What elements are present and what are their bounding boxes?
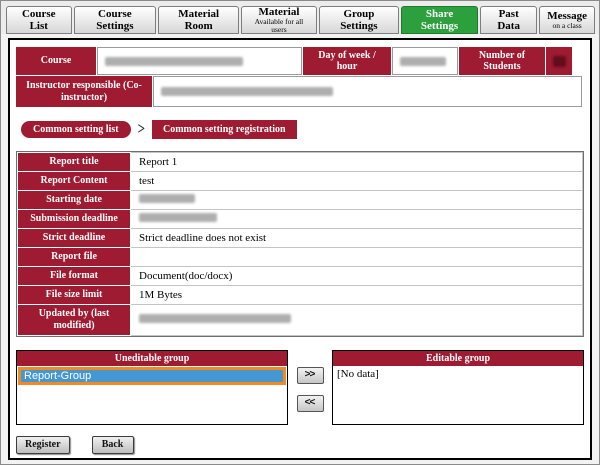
report-row-report-content: Report Contenttest <box>18 172 583 191</box>
report-row-label: Report Content <box>18 172 131 191</box>
tab-message[interactable]: Messageon a class <box>539 6 595 34</box>
back-button[interactable]: Back <box>92 436 134 454</box>
students-label: Number of Students <box>459 47 545 75</box>
report-row-label: Starting date <box>18 191 131 210</box>
report-row-value: Document(doc/docx) <box>131 267 583 286</box>
report-row-value <box>131 305 583 336</box>
course-value <box>97 47 302 75</box>
report-row-value <box>131 210 583 229</box>
editable-group-list[interactable]: [No data] <box>333 366 583 424</box>
redacted-instructor-name <box>161 87 333 96</box>
footer-actions: Register Back <box>16 436 584 454</box>
content-panel: Course Day of week / hour Number of Stud… <box>8 38 592 460</box>
report-row-updated-by-last-modified: Updated by (last modified) <box>18 305 583 336</box>
day-hour-label: Day of week / hour <box>303 47 391 75</box>
editable-group-header: Editable group <box>333 351 583 366</box>
tab-material-room[interactable]: Material Room <box>158 6 239 34</box>
tab-label: Material <box>259 6 300 18</box>
redacted-day-hour <box>400 57 446 66</box>
tab-group-settings[interactable]: Group Settings <box>319 6 399 34</box>
report-row-file-size-limit: File size limit1M Bytes <box>18 286 583 305</box>
move-right-button[interactable]: >> <box>297 367 324 384</box>
breadcrumb: Common setting list > Common setting reg… <box>21 119 584 139</box>
report-row-report-file: Report file <box>18 248 583 267</box>
group-item-report-group[interactable]: Report-Group <box>18 367 286 385</box>
tab-bar: Course List Course Settings Material Room M… <box>1 1 599 34</box>
day-hour-value <box>392 47 458 75</box>
tab-label: Material Room <box>166 8 231 32</box>
report-row-value: 1M Bytes <box>131 286 583 305</box>
course-info-table: Course Day of week / hour Number of Stud… <box>16 47 584 107</box>
report-row-file-format: File formatDocument(doc/docx) <box>18 267 583 286</box>
report-row-report-title: Report titleReport 1 <box>18 153 583 172</box>
tab-material[interactable]: MaterialAvailable for all users <box>241 6 317 34</box>
tab-label: Share Settings <box>409 8 470 32</box>
tab-label: Past Data <box>488 8 529 32</box>
students-value <box>546 47 572 75</box>
course-info-row-1: Course Day of week / hour Number of Stud… <box>16 47 584 75</box>
report-row-label: File format <box>18 267 131 286</box>
report-row-label: Strict deadline <box>18 229 131 248</box>
group-move-buttons: >> << <box>297 367 324 412</box>
course-label: Course <box>16 47 96 75</box>
report-table-body: Report titleReport 1Report ContenttestSt… <box>18 153 583 336</box>
common-setting-registration-label: Common setting registration <box>152 120 297 139</box>
report-row-submission-deadline: Submission deadline <box>18 210 583 229</box>
report-table: Report titleReport 1Report ContenttestSt… <box>17 152 583 336</box>
move-left-button[interactable]: << <box>297 395 324 412</box>
redacted-course-name <box>105 57 243 66</box>
report-row-value <box>131 191 583 210</box>
report-row-label: Report file <box>18 248 131 267</box>
uneditable-group-list[interactable]: Report-Group <box>17 366 287 424</box>
report-row-label: Updated by (last modified) <box>18 305 131 336</box>
report-row-strict-deadline: Strict deadlineStrict deadline does not … <box>18 229 583 248</box>
report-table-wrap: Report titleReport 1Report ContenttestSt… <box>16 151 584 337</box>
tab-sublabel: on a class <box>553 22 582 30</box>
register-button[interactable]: Register <box>16 436 70 454</box>
tab-past-data[interactable]: Past Data <box>480 6 537 34</box>
report-row-value: test <box>131 172 583 191</box>
instructor-label: Instructor responsible (Co-instructor) <box>16 76 152 107</box>
breadcrumb-separator-icon: > <box>138 119 145 140</box>
group-assignment-section: Uneditable group Report-Group >> << Edit… <box>16 350 584 425</box>
report-row-value <box>131 248 583 267</box>
redacted-students-count <box>553 56 566 67</box>
tab-label: Course List <box>14 8 64 32</box>
report-row-value: Report 1 <box>131 153 583 172</box>
instructor-value <box>153 76 582 107</box>
tab-label: Group Settings <box>327 8 391 32</box>
tab-label: Course Settings <box>82 8 149 32</box>
no-data-text: [No data] <box>334 367 382 381</box>
redacted-text <box>139 213 217 222</box>
report-row-label: Submission deadline <box>18 210 131 229</box>
report-row-label: Report title <box>18 153 131 172</box>
redacted-text <box>139 314 291 323</box>
tab-course-settings[interactable]: Course Settings <box>74 6 157 34</box>
uneditable-group-panel: Uneditable group Report-Group <box>16 350 288 425</box>
report-row-value: Strict deadline does not exist <box>131 229 583 248</box>
report-row-starting-date: Starting date <box>18 191 583 210</box>
common-setting-list-button[interactable]: Common setting list <box>21 121 131 138</box>
course-info-row-2: Instructor responsible (Co-instructor) <box>16 76 584 107</box>
tab-share-settings[interactable]: Share Settings <box>401 6 478 34</box>
tab-course-list[interactable]: Course List <box>6 6 72 34</box>
report-row-label: File size limit <box>18 286 131 305</box>
uneditable-group-header: Uneditable group <box>17 351 287 366</box>
editable-group-panel: Editable group [No data] <box>332 350 584 425</box>
tab-sublabel: Available for all users <box>249 18 309 35</box>
redacted-text <box>139 194 195 203</box>
